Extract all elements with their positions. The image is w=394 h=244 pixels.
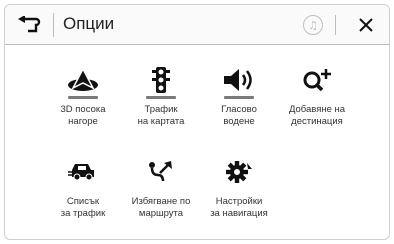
navigation-arrow-icon bbox=[68, 67, 98, 91]
option-label: Трафик на картата bbox=[137, 104, 185, 127]
active-indicator bbox=[68, 96, 98, 99]
route-avoid-icon bbox=[149, 161, 172, 182]
close-icon bbox=[359, 18, 373, 32]
active-indicator bbox=[146, 96, 176, 99]
header-bar: Опции ♫ bbox=[5, 5, 389, 45]
traffic-list-icon bbox=[68, 164, 94, 181]
traffic-light-icon bbox=[152, 67, 170, 93]
option-avoid-on-route[interactable]: Избягване по маршрута bbox=[119, 157, 203, 233]
option-traffic-list[interactable]: Списък за трафик bbox=[41, 157, 125, 233]
option-navigation-settings[interactable]: Настройки за навигация bbox=[197, 157, 281, 233]
divider bbox=[335, 15, 336, 35]
option-voice-guidance[interactable]: Гласово водене bbox=[197, 65, 281, 141]
back-arrow-icon bbox=[18, 16, 41, 33]
back-button[interactable] bbox=[9, 9, 49, 41]
add-destination-icon bbox=[303, 69, 331, 92]
option-label: Настройки за навигация bbox=[210, 196, 268, 219]
divider bbox=[53, 13, 54, 37]
option-label: 3D посока нагоре bbox=[60, 104, 106, 127]
music-icon[interactable]: ♫ bbox=[303, 15, 323, 35]
option-label: Избягване по маршрута bbox=[131, 196, 191, 219]
active-indicator bbox=[224, 96, 254, 99]
page-title: Опции bbox=[63, 14, 115, 33]
option-label: Списък за трафик bbox=[60, 196, 106, 219]
options-grid: 3D посока нагоре Трафик на картата Гласо… bbox=[5, 45, 389, 239]
option-label: Добавяне на дестинация bbox=[288, 104, 346, 127]
option-add-destination[interactable]: Добавяне на дестинация bbox=[275, 65, 359, 141]
option-label: Гласово водене bbox=[221, 104, 257, 127]
speaker-icon bbox=[224, 69, 252, 91]
close-button[interactable] bbox=[347, 9, 385, 41]
option-3d-heading-up[interactable]: 3D посока нагоре bbox=[41, 65, 125, 141]
option-traffic-on-map[interactable]: Трафик на картата bbox=[119, 65, 203, 141]
options-window: Опции ♫ 3D посока нагоре Трафик на карта… bbox=[4, 4, 390, 240]
navigation-settings-icon bbox=[226, 161, 252, 183]
